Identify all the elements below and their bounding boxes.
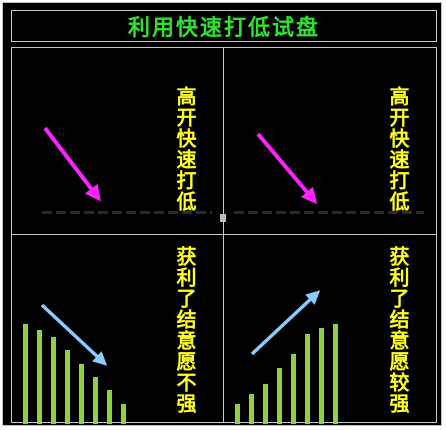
bar-declining-6: [93, 377, 98, 424]
bar-rising-5: [291, 354, 296, 424]
bars-declining: [23, 324, 126, 424]
bar-declining-4: [65, 350, 70, 424]
graphics-overlay: [23, 126, 338, 424]
figure-frame: 利用快速打低试盘 高开快速打低 高开快速打低 获利了结意愿不强 获利了结意愿较强: [2, 2, 442, 426]
bar-declining-1: [23, 324, 28, 424]
bar-rising-2: [249, 394, 254, 424]
title: 利用快速打低试盘: [127, 16, 320, 41]
bar-declining-5: [79, 364, 84, 424]
title-bar: 利用快速打低试盘: [11, 10, 437, 42]
bars-rising: [235, 324, 338, 424]
bar-rising-4: [277, 368, 282, 424]
bar-rising-7: [319, 328, 324, 424]
bar-declining-3: [51, 337, 56, 424]
bar-rising-8: [333, 324, 338, 424]
panel-grid: 高开快速打低 高开快速打低 获利了结意愿不强 获利了结意愿较强: [11, 47, 437, 424]
bar-declining-8: [121, 404, 126, 424]
bar-rising-6: [305, 334, 310, 424]
bar-declining-7: [107, 390, 112, 424]
bar-rising-1: [235, 404, 240, 424]
bar-rising-3: [263, 384, 268, 424]
magenta-arrow-left: [43, 126, 101, 202]
magenta-arrow-right: [256, 132, 318, 205]
bar-declining-2: [37, 330, 42, 424]
